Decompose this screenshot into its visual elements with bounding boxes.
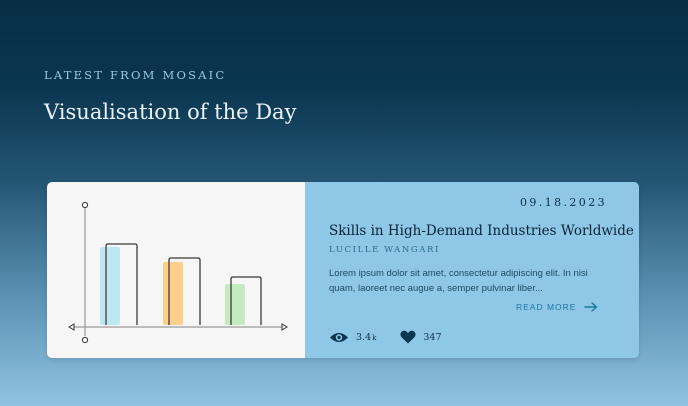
views-unit: k [372, 333, 377, 342]
hero-section: LATEST FROM MOSAIC Visualisation of the … [0, 0, 688, 406]
article-stats: 3.4k 347 [329, 330, 466, 344]
article-author[interactable]: LUCILLE WANGARI [329, 245, 440, 255]
arrow-right-icon [584, 302, 598, 312]
article-details: 09.18.2023 Skills in High-Demand Industr… [305, 182, 639, 358]
axis-end-dot [81, 201, 89, 209]
article-title[interactable]: Skills in High-Demand Industries Worldwi… [329, 223, 634, 239]
article-date: 09.18.2023 [520, 196, 607, 209]
article-thumbnail[interactable] [47, 182, 305, 358]
section-eyebrow: LATEST FROM MOSAIC [44, 68, 227, 82]
axis-arrow-left [68, 323, 75, 331]
views-value: 3.4 [356, 331, 372, 343]
chart-bar-2 [163, 262, 183, 325]
heart-icon[interactable] [400, 330, 416, 344]
axis-end-dot [81, 336, 89, 344]
page-title: Visualisation of the Day [44, 100, 297, 124]
chart-bar-1 [100, 247, 120, 325]
article-card[interactable]: 09.18.2023 Skills in High-Demand Industr… [47, 182, 639, 358]
chart-bar-3 [225, 284, 245, 325]
read-more-label: READ MORE [516, 302, 577, 312]
article-excerpt: Lorem ipsum dolor sit amet, consectetur … [329, 268, 588, 294]
axis-arrow-right [281, 323, 288, 331]
eye-icon [330, 332, 348, 342]
bar-chart-illustration [68, 201, 288, 344]
views-stat: 3.4k [329, 331, 376, 344]
likes-count: 347 [423, 331, 442, 343]
views-count: 3.4k [356, 332, 376, 343]
read-more-link[interactable]: READ MORE [516, 302, 598, 312]
likes-stat[interactable]: 347 [400, 330, 442, 344]
